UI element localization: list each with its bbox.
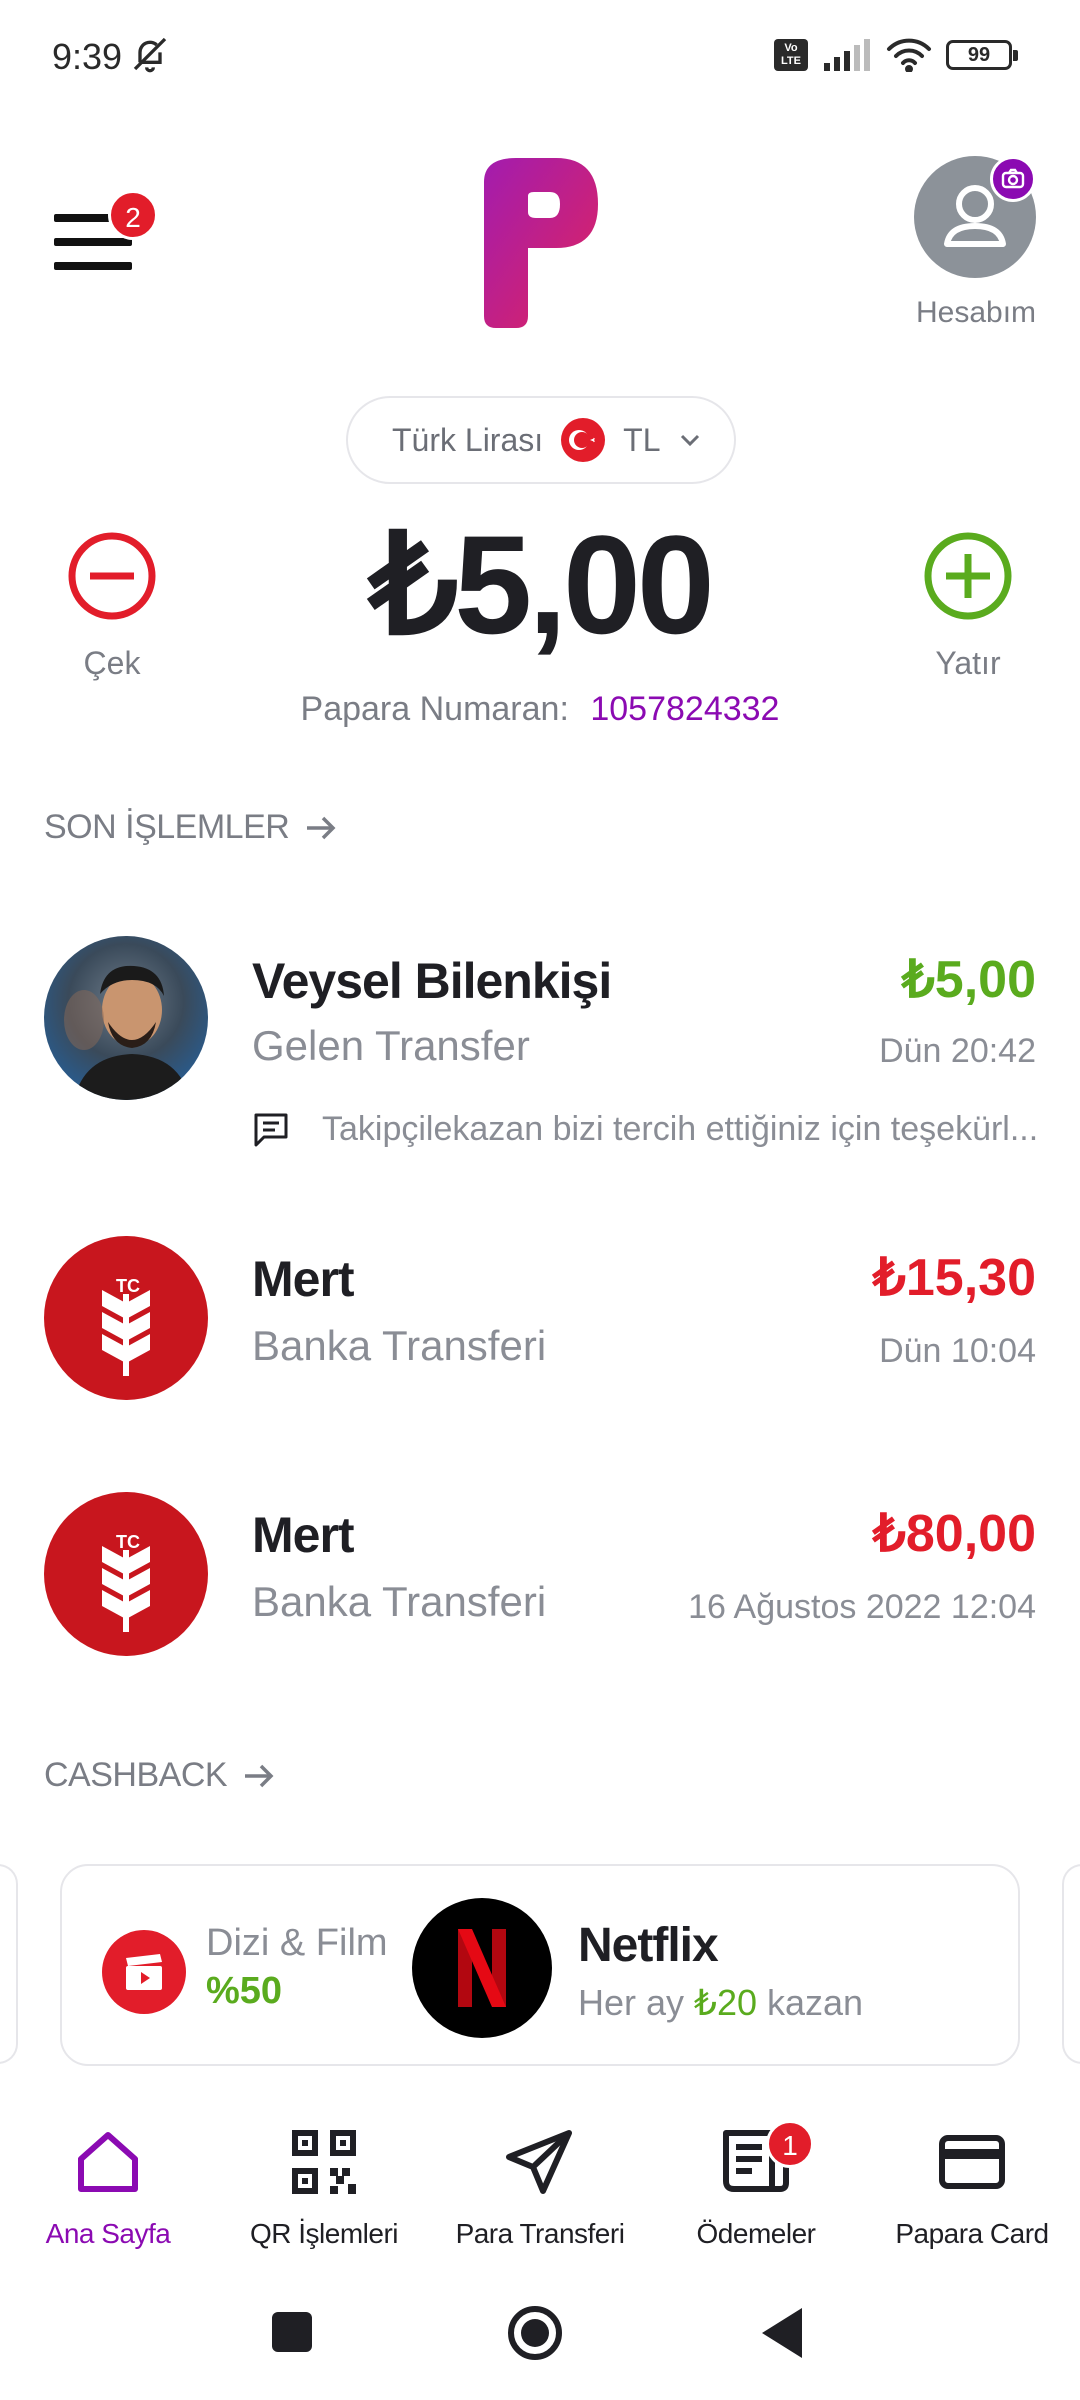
transaction-type: Banka Transferi: [252, 1578, 547, 1625]
withdraw-label: Çek: [83, 645, 141, 681]
nav-card[interactable]: Papara Card: [864, 2120, 1080, 2260]
wifi-icon: [887, 38, 931, 72]
status-time: 9:39: [52, 36, 123, 77]
papara-number[interactable]: Papara Numaran: 1057824332: [180, 690, 900, 729]
card-icon: [939, 2135, 1005, 2189]
menu-icon-bar: [54, 238, 132, 246]
transaction-note: Takipçilekazan bizi tercih ettiğiniz içi…: [252, 1110, 1042, 1149]
transaction-name: Mert: [252, 1251, 355, 1307]
nav-home-label: Ana Sayfa: [45, 2218, 171, 2249]
cashback-category: Dizi & Film: [206, 1922, 388, 1964]
battery-icon: 99: [946, 40, 1018, 70]
transaction-type: Banka Transferi: [252, 1322, 547, 1369]
cashback-card-next[interactable]: [1062, 1864, 1080, 2064]
currency-selector[interactable]: Türk Lirası TL: [346, 396, 736, 484]
transaction-date: Dün 20:42: [879, 1032, 1036, 1070]
transaction-row[interactable]: Veysel Bilenkişi Gelen Transfer ₺5,00 Dü…: [0, 930, 1080, 1170]
nav-payments[interactable]: Ödemeler 1: [648, 2120, 864, 2260]
offer-suffix: kazan: [767, 1982, 864, 2023]
back-button[interactable]: [758, 2306, 806, 2360]
camera-badge[interactable]: [990, 156, 1036, 202]
cashback-link[interactable]: CASHBACK: [44, 1756, 275, 1795]
recent-transactions-link[interactable]: SON İŞLEMLER: [44, 808, 337, 847]
withdraw-button[interactable]: Çek: [32, 530, 192, 682]
menu-icon-bar: [54, 262, 132, 270]
svg-text:TC: TC: [116, 1276, 140, 1296]
balance-amount: ₺5,00: [369, 506, 715, 663]
nav-payments-badge: 1: [766, 2120, 814, 2168]
camera-icon: [1001, 168, 1025, 189]
transaction-amount: ₺80,00: [872, 1505, 1036, 1563]
svg-text:TC: TC: [116, 1532, 140, 1552]
deposit-label: Yatır: [935, 645, 1001, 681]
papara-logo: [484, 158, 598, 328]
nav-card-label: Papara Card: [895, 2218, 1049, 2249]
nav-qr[interactable]: QR İşlemleri: [216, 2120, 432, 2260]
transaction-name: Veysel Bilenkişi: [252, 953, 612, 1009]
currency-code: TL: [623, 421, 661, 458]
arrow-right-icon: [307, 816, 336, 839]
volte-icon: Vo LTE: [774, 39, 808, 71]
currency-label: Türk Lirası: [392, 421, 544, 458]
transaction-amount: ₺15,30: [872, 1249, 1036, 1307]
deposit-button[interactable]: Yatır: [888, 530, 1048, 682]
transaction-type: Gelen Transfer: [252, 1022, 530, 1069]
plus-circle-icon: [924, 532, 1012, 620]
cashback-offer: Her ay ₺20 kazan: [578, 1982, 863, 2024]
arrow-right-icon: [245, 1764, 274, 1787]
nav-home[interactable]: Ana Sayfa: [0, 2120, 216, 2260]
cashback-card-prev[interactable]: [0, 1864, 18, 2064]
bottom-nav: Ana Sayfa QR İşlemleri Para Transferi Öd…: [0, 2120, 1080, 2260]
cashback-brand: Netflix: [578, 1919, 719, 1972]
transaction-date: 16 Ağustos 2022 12:04: [688, 1588, 1036, 1626]
qr-icon: [292, 2130, 356, 2194]
transaction-row[interactable]: TC Mert Banka Transferi ₺80,00 16 Ağusto…: [0, 1492, 1080, 1662]
message-icon: [254, 1113, 288, 1146]
papara-number-value: 1057824332: [590, 690, 780, 728]
transaction-note-text: Takipçilekazan bizi tercih ettiğiniz içi…: [322, 1110, 1039, 1148]
minus-circle-icon: [68, 532, 156, 620]
status-bar: 9:39 Vo LTE 99: [0, 0, 1080, 110]
transaction-date: Dün 10:04: [879, 1332, 1036, 1370]
nav-payments-label: Ödemeler: [696, 2218, 816, 2249]
cashback-percent: %50: [206, 1970, 283, 2012]
transaction-name: Mert: [252, 1507, 355, 1563]
recents-button[interactable]: [270, 2310, 314, 2354]
papara-number-label: Papara Numaran:: [300, 690, 569, 728]
cashback-card[interactable]: Dizi & Film %50 Netflix Her ay ₺20 kazan: [60, 1864, 1020, 2066]
cashback-title: CASHBACK: [44, 1756, 228, 1794]
netflix-logo: [412, 1898, 552, 2038]
system-navigation: [0, 2290, 1080, 2380]
account-label: Hesabım: [915, 296, 1037, 329]
transaction-amount: ₺5,00: [901, 951, 1036, 1009]
nav-qr-label: QR İşlemleri: [249, 2218, 399, 2249]
send-icon: [506, 2130, 572, 2194]
recent-transactions-title: SON İŞLEMLER: [44, 808, 290, 846]
offer-prefix: Her ay: [578, 1982, 685, 2023]
offer-amount: ₺20: [694, 1982, 757, 2023]
turkey-flag-icon: [561, 418, 606, 462]
bell-off-icon: [133, 37, 167, 73]
menu-badge: 2: [108, 190, 158, 240]
ziraat-bank-logo: TC: [44, 1236, 208, 1400]
signal-icon: [824, 39, 870, 71]
nav-transfer-label: Para Transferi: [455, 2218, 625, 2249]
chevron-down-icon: [681, 434, 700, 447]
nav-transfer[interactable]: Para Transferi: [432, 2120, 648, 2260]
home-icon: [78, 2132, 138, 2192]
transaction-row[interactable]: TC Mert Banka Transferi ₺15,30 Dün 10:04: [0, 1236, 1080, 1406]
clapperboard-icon: [102, 1930, 186, 2014]
avatar: [44, 936, 208, 1100]
home-button[interactable]: [506, 2304, 564, 2362]
ziraat-bank-logo: TC: [44, 1492, 208, 1656]
status-icons: Vo LTE 99: [774, 38, 1018, 72]
